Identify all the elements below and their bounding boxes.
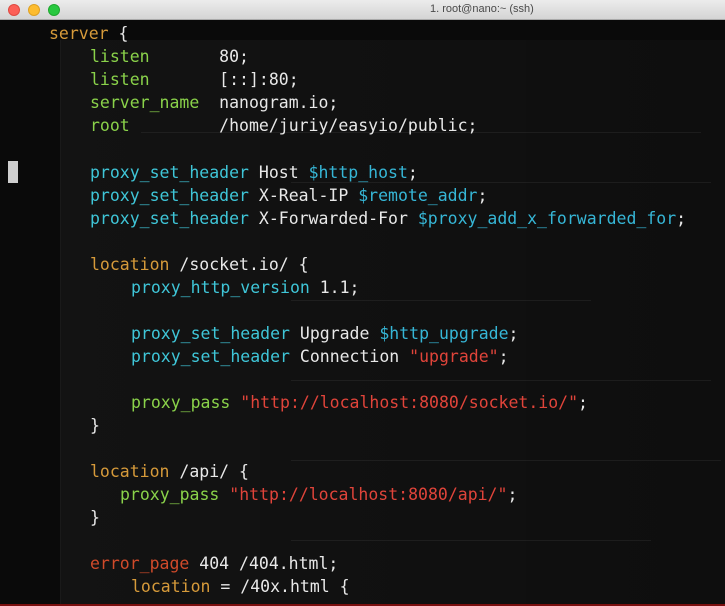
code-line: proxy_pass "http://localhost:8080/api/";: [120, 485, 518, 504]
code-line: error_page 404 /404.html;: [90, 554, 339, 573]
code-line: proxy_set_header X-Forwarded-For $proxy_…: [90, 209, 687, 228]
code-line: listen 80;: [90, 47, 249, 66]
window-title: 1. root@nano:~ (ssh): [430, 3, 534, 15]
code-line: proxy_set_header Upgrade $http_upgrade;: [131, 324, 519, 343]
code-line: proxy_set_header Connection "upgrade";: [131, 347, 509, 366]
terminal-window: 1. root@nano:~ (ssh) server { listen 80;…: [0, 0, 725, 606]
close-window-button[interactable]: [8, 4, 20, 16]
code-line: }: [90, 416, 100, 435]
code-line: location /api/ {: [90, 462, 249, 481]
code-line: proxy_pass "http://localhost:8080/socket…: [131, 393, 588, 412]
code-line: proxy_set_header Host $http_host;: [90, 163, 418, 182]
code-line: }: [90, 508, 100, 527]
minimize-window-button[interactable]: [28, 4, 40, 16]
code-line: server_name nanogram.io;: [90, 93, 339, 112]
code-line: location = /40x.html {: [131, 577, 350, 596]
terminal-output[interactable]: server { listen 80; listen [::]:80; serv…: [0, 21, 725, 606]
code-line: server {: [49, 24, 129, 43]
code-line: listen [::]:80;: [90, 70, 299, 89]
code-line: proxy_set_header X-Real-IP $remote_addr;: [90, 186, 488, 205]
terminal-cursor: [8, 161, 18, 183]
code-line: proxy_http_version 1.1;: [131, 278, 360, 297]
title-bar[interactable]: 1. root@nano:~ (ssh): [0, 0, 725, 20]
code-line: root /home/juriy/easyio/public;: [90, 116, 478, 135]
code-line: location /socket.io/ {: [90, 255, 309, 274]
zoom-window-button[interactable]: [48, 4, 60, 16]
